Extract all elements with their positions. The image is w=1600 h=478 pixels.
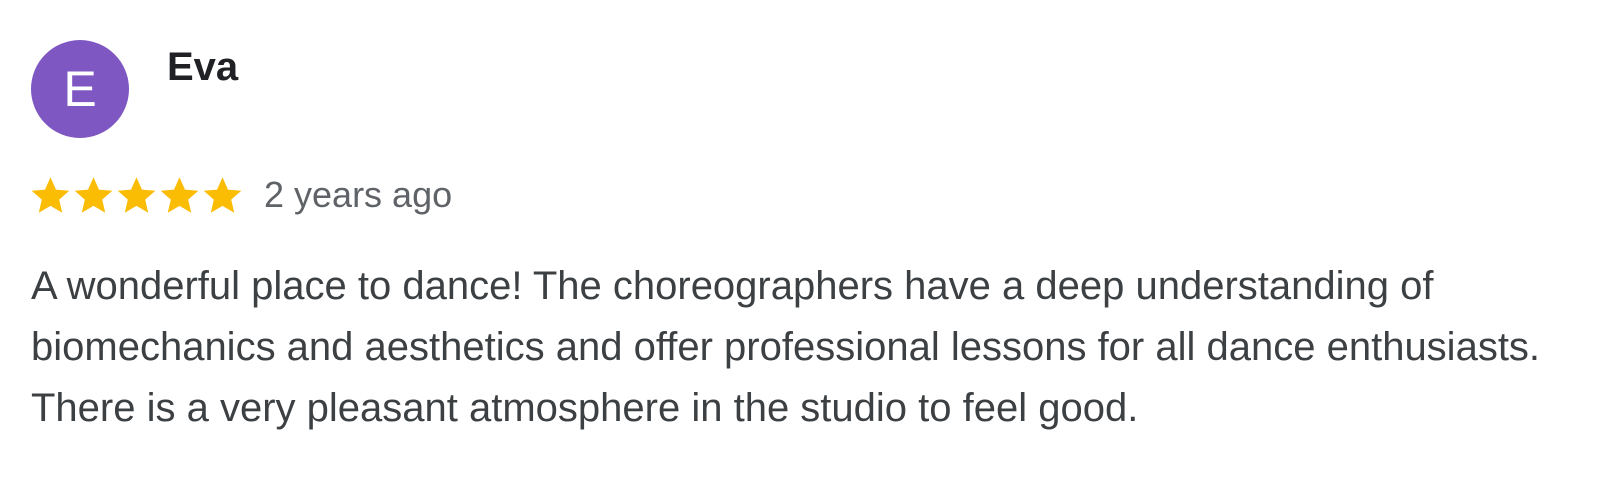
star-icon [72, 174, 115, 217]
author-name[interactable]: Eva [167, 44, 238, 90]
avatar-initial: E [63, 61, 97, 117]
star-rating [29, 174, 244, 217]
star-icon [158, 174, 201, 217]
review-time: 2 years ago [264, 174, 453, 215]
star-icon [201, 174, 244, 217]
avatar[interactable]: E [31, 40, 129, 138]
review-card: E Eva 2 years ago A wonderful place to d… [0, 0, 1600, 478]
review-text: A wonderful place to dance! The choreogr… [31, 264, 1541, 430]
star-icon [29, 174, 72, 217]
rating-row: 2 years ago [29, 172, 452, 218]
star-icon [115, 174, 158, 217]
